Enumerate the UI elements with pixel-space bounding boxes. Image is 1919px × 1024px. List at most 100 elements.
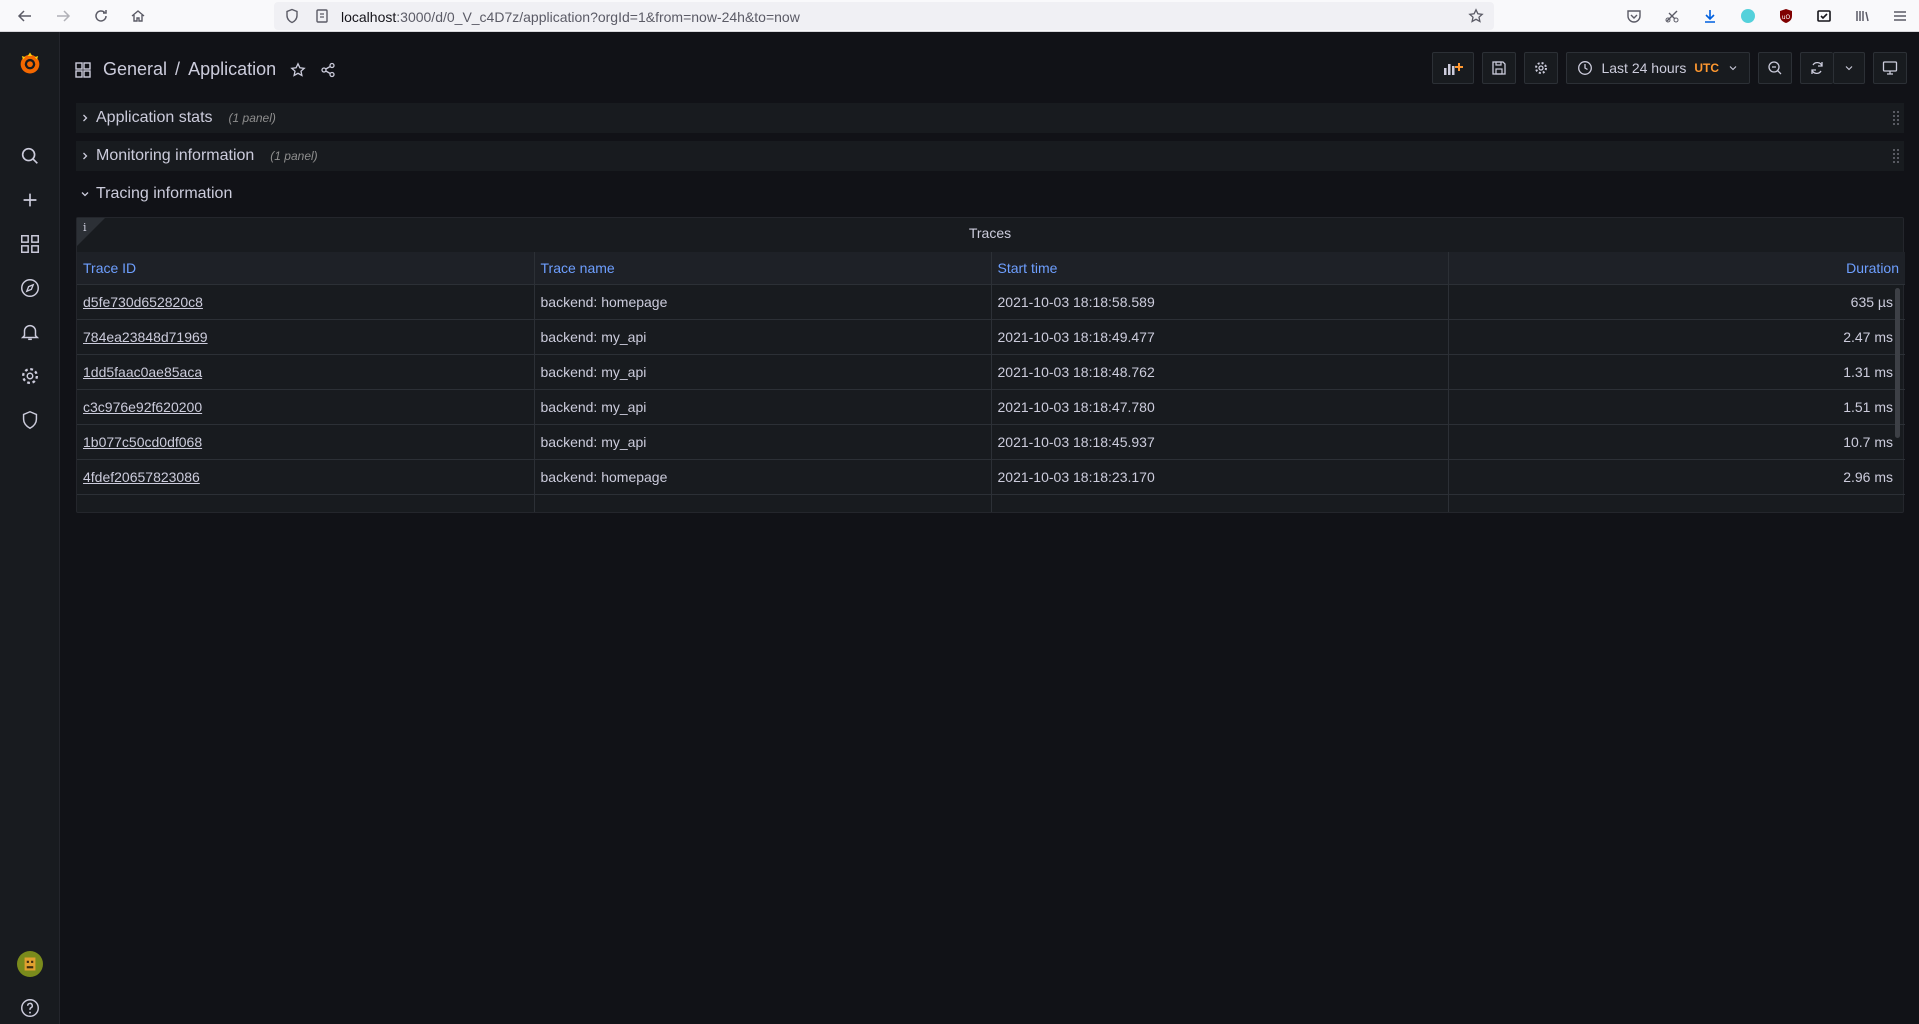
save-dashboard-button[interactable] [1482,52,1517,84]
plus-icon[interactable] [0,180,60,220]
column-header-trace-id[interactable]: Trace ID [77,252,535,284]
trace-id-link[interactable]: d5fe730d652820c8 [83,294,203,310]
row-monitoring-information[interactable]: Monitoring information (1 panel) [76,141,1904,171]
row-title: Application stats [96,109,213,126]
save-icon [1492,61,1507,75]
zoom-out-button[interactable] [1758,52,1792,84]
timezone-label: UTC [1694,61,1719,75]
clock-icon [1578,61,1593,75]
add-panel-button[interactable] [1432,52,1475,84]
forward-arrow-icon[interactable] [46,0,80,32]
trace-id-cell: c3c976e92f620200 [77,388,535,424]
refresh-interval-dropdown[interactable] [1833,52,1865,84]
pocket-icon[interactable] [1615,0,1653,32]
trace-id-cell [77,493,535,512]
library-icon[interactable] [1843,0,1881,32]
browser-toolbar: localhost:3000/d/0_V_c4D7z/application?o… [0,0,1919,32]
tv-mode-button[interactable] [1873,52,1907,84]
row-application-stats[interactable]: Application stats (1 panel) [76,103,1904,133]
trace-id-link[interactable]: 1b077c50cd0df068 [83,434,202,450]
panel-title[interactable]: Traces [77,225,1903,241]
url-text[interactable]: localhost:3000/d/0_V_c4D7z/application?o… [341,9,800,25]
trace-id-cell: 4fdef20657823086 [77,458,535,494]
gear-icon [1535,62,1548,74]
trace-id-link[interactable]: 4fdef20657823086 [83,469,200,485]
trace-name-cell: backend: homepage [534,283,992,319]
account-circle-icon[interactable] [1729,0,1767,32]
page-info-icon[interactable] [314,8,330,24]
table-row: 784ea23848d71969 backend: my_api 2021-10… [77,318,1905,354]
column-header-trace-name[interactable]: Trace name [534,252,992,284]
tracking-shield-icon[interactable] [284,8,300,24]
bookmark-star-icon[interactable] [1468,8,1484,24]
url-bar[interactable]: localhost:3000/d/0_V_c4D7z/application?o… [274,2,1494,30]
browser-extensions: uO [1615,0,1919,32]
side-menu [0,32,60,1024]
search-icon[interactable] [0,136,60,176]
gear-icon[interactable] [0,356,60,396]
downloads-icon[interactable] [1691,0,1729,32]
page-title[interactable]: Application [188,59,276,80]
table-row: 1dd5faac0ae85aca backend: my_api 2021-10… [77,353,1905,389]
table-row: 1b077c50cd0df068 backend: my_api 2021-10… [77,423,1905,459]
trace-id-link[interactable]: 1dd5faac0ae85aca [83,364,202,380]
table-row: d5fe730d652820c8 backend: homepage 2021-… [77,283,1905,319]
column-header-duration[interactable]: Duration [1448,252,1905,284]
favorite-star-icon[interactable] [290,61,306,78]
dashboards-icon[interactable] [0,224,60,264]
start-time-cell: 2021-10-03 18:18:58.589 [991,283,1449,319]
reader-mode-icon[interactable] [1805,0,1843,32]
grafana-logo-icon[interactable] [0,43,60,83]
drag-handle-icon[interactable] [1892,147,1900,165]
back-arrow-icon[interactable] [8,0,42,32]
duration-cell [1448,493,1905,512]
monitor-icon [1882,61,1898,75]
start-time-cell: 2021-10-03 18:18:47.780 [991,388,1449,424]
trace-id-cell: 1b077c50cd0df068 [77,423,535,459]
trace-name-cell: backend: my_api [534,353,992,389]
user-avatar[interactable] [0,944,60,984]
help-icon[interactable] [0,988,60,1024]
dashboard-settings-button[interactable] [1524,52,1559,84]
screenshot-icon[interactable] [1653,0,1691,32]
start-time-cell: 2021-10-03 18:18:48.762 [991,353,1449,389]
chevron-right-icon [83,114,88,122]
breadcrumb-separator: / [175,59,181,79]
traces-table: Trace ID Trace name Start time Duration … [77,252,1905,512]
breadcrumb-folder[interactable]: General [103,59,167,80]
share-icon[interactable] [320,62,336,78]
trace-id-cell: 1dd5faac0ae85aca [77,353,535,389]
reload-icon[interactable] [84,0,118,32]
trace-name-cell: backend: homepage [534,458,992,494]
home-icon[interactable] [121,0,155,32]
trace-id-cell: d5fe730d652820c8 [77,283,535,319]
drag-handle-icon[interactable] [1892,109,1900,127]
time-range-label: Last 24 hours [1601,60,1687,76]
table-row-partial [77,493,1905,512]
zoom-out-icon [1768,61,1782,75]
duration-cell: 1.31 ms [1448,353,1905,389]
row-tracing-information[interactable]: Tracing information [76,179,1904,209]
refresh-picker [1800,52,1865,84]
ublock-shield-icon[interactable]: uO [1767,0,1805,32]
chevron-down-icon [1729,66,1737,71]
trace-id-link[interactable]: c3c976e92f620200 [83,399,202,415]
start-time-cell: 2021-10-03 18:18:23.170 [991,458,1449,494]
table-row: c3c976e92f620200 backend: my_api 2021-10… [77,388,1905,424]
trace-name-cell [534,493,992,512]
table-scrollbar[interactable] [1895,288,1900,438]
shield-icon[interactable] [0,400,60,440]
trace-id-cell: 784ea23848d71969 [77,318,535,354]
time-range-picker[interactable]: Last 24 hours UTC [1566,52,1750,84]
column-header-start-time[interactable]: Start time [991,252,1449,284]
traces-panel: i Traces Trace ID Trace name Start time … [76,217,1905,513]
hamburger-menu-icon[interactable] [1881,0,1919,32]
duration-cell: 1.51 ms [1448,388,1905,424]
duration-cell: 2.47 ms [1448,318,1905,354]
trace-id-link[interactable]: 784ea23848d71969 [83,329,208,345]
duration-cell: 635 µs [1448,283,1905,319]
dashboard-navbar: General / Application Last 24 hours UTC [61,32,1919,108]
alerting-bell-icon[interactable] [0,312,60,352]
explore-compass-icon[interactable] [0,268,60,308]
refresh-button[interactable] [1800,52,1833,84]
